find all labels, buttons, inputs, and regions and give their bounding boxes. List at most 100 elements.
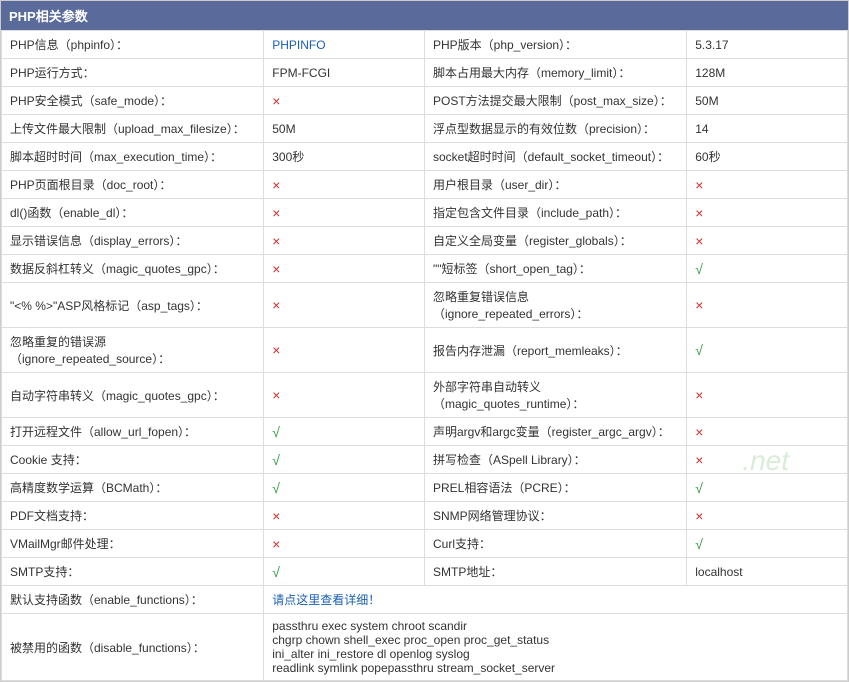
table-row: 脚本超时时间（max_execution_time）：300秒socket超时时… [2,143,848,171]
param-value: √ [264,418,425,446]
param-label: SNMP网络管理协议： [424,502,686,530]
param-value: √ [687,474,848,502]
param-value: × [264,328,425,373]
param-label: SMTP支持： [2,558,264,586]
table-row: 上传文件最大限制（upload_max_filesize）：50M浮点型数据显示… [2,115,848,143]
table-row: 数据反斜杠转义（magic_quotes_gpc）： × ""短标签（short_o… [2,255,848,283]
param-value: PHPINFO [264,31,425,59]
panel-header: PHP相关参数 [1,1,848,30]
param-value: √ [264,558,425,586]
cross-icon: × [695,233,703,249]
param-value: FPM-FCGI [264,59,425,87]
params-table: PHP信息（phpinfo）：PHPINFOPHP版本（php_version）… [1,30,848,681]
cross-icon: × [272,508,280,524]
param-label: ""短标签（short_open_tag）： [424,255,686,283]
param-label: 忽略重复错误信息（ignore_repeated_errors）： [424,283,686,328]
cross-icon: × [272,261,280,277]
param-label: 自动字符串转义（magic_quotes_gpc）： [2,373,264,418]
param-value: √ [687,530,848,558]
param-label: 自定义全局变量（register_globals）： [424,227,686,255]
table-row: "<% %>"ASP风格标记（asp_tags）： × 忽略重复错误信息（ignor… [2,283,848,328]
param-value: √ [264,474,425,502]
param-value: × [264,227,425,255]
cross-icon: × [695,205,703,221]
check-icon: √ [695,342,703,358]
link-text[interactable]: 请点这里查看详细！ [272,593,380,607]
cross-icon: × [695,452,703,468]
param-value: localhost [687,558,848,586]
cross-icon: × [695,508,703,524]
param-label: POST方法提交最大限制（post_max_size）： [424,87,686,115]
table-row: VMailMgr邮件处理：×Curl支持：√ [2,530,848,558]
table-row: 默认支持函数（enable_functions）： 请点这里查看详细！ [2,586,848,614]
value-text: 60秒 [695,150,720,164]
value-text: passthru exec system chroot scandirchgrp… [272,619,555,675]
value-text: 300秒 [272,150,304,164]
check-icon: √ [695,480,703,496]
param-value: × [687,199,848,227]
check-icon: √ [272,424,280,440]
cross-icon: × [272,177,280,193]
param-value: × [264,171,425,199]
param-label: "<% %>"ASP风格标记（asp_tags）： [2,283,264,328]
param-label: 打开远程文件（allow_url_fopen）： [2,418,264,446]
param-label: 浮点型数据显示的有效位数（precision）： [424,115,686,143]
cross-icon: × [272,387,280,403]
link-text[interactable]: PHPINFO [272,38,325,52]
cross-icon: × [272,233,280,249]
param-value: 50M [264,115,425,143]
value-text: 14 [695,122,708,136]
table-row: PHP信息（phpinfo）：PHPINFOPHP版本（php_version）… [2,31,848,59]
param-label: PHP信息（phpinfo）： [2,31,264,59]
table-row: 自动字符串转义（magic_quotes_gpc）： × 外部字符串自动转义（mag… [2,373,848,418]
check-icon: √ [272,480,280,496]
param-value: × [687,418,848,446]
table-row: 高精度数学运算（BCMath）：√PREL相容语法（PCRE）：√ [2,474,848,502]
param-value: 300秒 [264,143,425,171]
check-icon: √ [272,564,280,580]
param-label: 显示错误信息（display_errors）： [2,227,264,255]
param-value: × [687,283,848,328]
param-label: 脚本超时时间（max_execution_time）： [2,143,264,171]
param-label: 被禁用的函数（disable_functions）： [2,614,264,681]
param-value: √ [687,255,848,283]
table-row: Cookie 支持：√拼写检查（ASpell Library）：× [2,446,848,474]
table-row: SMTP支持： √ SMTP地址：localhost [2,558,848,586]
cross-icon: × [272,342,280,358]
table-row: PDF文档支持：×SNMP网络管理协议：× [2,502,848,530]
param-label: VMailMgr邮件处理： [2,530,264,558]
param-label: dl()函数（enable_dl）： [2,199,264,227]
table-row: PHP页面根目录（doc_root）：×用户根目录（user_dir）：× [2,171,848,199]
param-label: 用户根目录（user_dir）： [424,171,686,199]
php-params-panel: PHP相关参数 PHP信息（phpinfo）：PHPINFOPHP版本（php_… [0,0,849,682]
value-text: 128M [695,66,725,80]
param-label: 指定包含文件目录（include_path）： [424,199,686,227]
param-value: × [687,227,848,255]
param-value: × [687,446,848,474]
param-label: 数据反斜杠转义（magic_quotes_gpc）： [2,255,264,283]
table-row: 忽略重复的错误源（ignore_repeated_source）：×报告内存泄漏… [2,328,848,373]
param-label: Cookie 支持： [2,446,264,474]
param-value: 50M [687,87,848,115]
check-icon: √ [695,536,703,552]
table-row: PHP运行方式：FPM-FCGI脚本占用最大内存（memory_limit）：1… [2,59,848,87]
param-label: SMTP地址： [424,558,686,586]
value-text: 50M [272,122,295,136]
value-text: FPM-FCGI [272,66,330,80]
param-value: × [264,373,425,418]
cross-icon: × [695,387,703,403]
param-value: × [264,199,425,227]
param-label: 忽略重复的错误源（ignore_repeated_source）： [2,328,264,373]
param-value: × [264,87,425,115]
param-label: PHP安全模式（safe_mode）： [2,87,264,115]
param-value: 60秒 [687,143,848,171]
check-icon: √ [272,452,280,468]
param-label: PREL相容语法（PCRE）： [424,474,686,502]
param-value: × [264,255,425,283]
param-value: 128M [687,59,848,87]
cross-icon: × [272,93,280,109]
param-label: 默认支持函数（enable_functions）： [2,586,264,614]
param-label: 外部字符串自动转义（magic_quotes_runtime）： [424,373,686,418]
cross-icon: × [695,297,703,313]
value-text: 50M [695,94,718,108]
